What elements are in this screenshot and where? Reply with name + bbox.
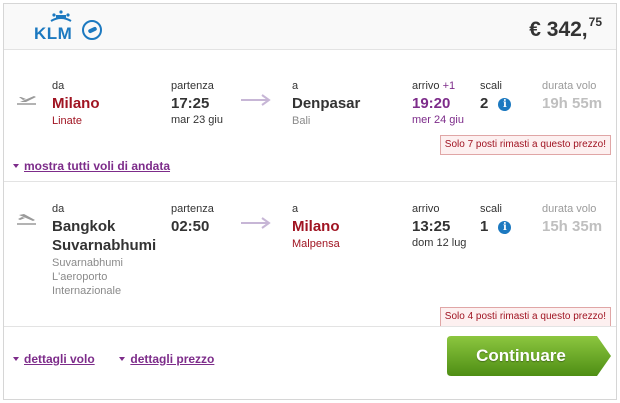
arrival-time: 19:20 [412, 95, 451, 112]
return-duration: durata volo 15h 35m [542, 203, 602, 236]
outbound-leg: da Milano Linate partenza 17:25 mar 23 g… [4, 68, 616, 160]
from-airport: Linate [52, 115, 82, 127]
departure-label: partenza [171, 203, 214, 215]
arrival-date: mer 24 giu [412, 114, 464, 126]
duration-value: 19h 55m [542, 95, 603, 112]
return-leg: da Bangkok Suvarnabhumi Suvarnabhumi L'a… [4, 189, 616, 327]
footer-links: dettagli volo dettagli prezzo [13, 352, 214, 366]
return-stops: scali 1i [480, 203, 512, 236]
seats-warning-badge: Solo 4 posti rimasti a questo prezzo! [439, 307, 611, 327]
plane-landing-icon [17, 214, 36, 225]
from-label: da [52, 80, 65, 92]
from-airport-line3: Internazionale [52, 285, 122, 297]
from-airport-line1: Suvarnabhumi [52, 257, 123, 269]
result-footer: dettagli volo dettagli prezzo Continuare [4, 326, 616, 399]
to-label: a [292, 80, 299, 92]
stops-count: 2 [480, 95, 489, 112]
chevron-down-icon [119, 357, 126, 361]
stops-label: scali [480, 80, 503, 92]
leg-divider [4, 181, 616, 182]
departure-time: 17:25 [171, 95, 210, 112]
to-airport: Malpensa [292, 238, 340, 250]
return-departure: partenza 02:50 [171, 203, 214, 236]
arrival-plus-days: +1 [442, 80, 456, 92]
arrival-label-text: arrivo [412, 80, 440, 92]
arrival-date: dom 12 lug [412, 237, 467, 249]
price-cents: 75 [588, 15, 602, 29]
price-main: € 342, [529, 18, 588, 41]
departure-time: 02:50 [171, 218, 210, 235]
arrival-label: arrivo +1 [412, 80, 464, 92]
plane-takeoff-icon [17, 96, 36, 105]
right-arrow-icon [241, 94, 271, 106]
stops-label: scali [480, 203, 503, 215]
continue-button-label: Continuare [476, 346, 566, 365]
to-label: a [292, 203, 299, 215]
outbound-stops: scali 2i [480, 80, 512, 113]
klm-crown-logo [50, 10, 72, 22]
outbound-origin: da Milano Linate [52, 80, 100, 128]
from-city-line2: Suvarnabhumi [52, 237, 157, 254]
skyteam-icon [82, 20, 102, 40]
seats-warning-badge: Solo 7 posti rimasti a questo prezzo! [439, 135, 611, 155]
result-header: KLM € 342,75 [4, 4, 616, 50]
arrival-label: arrivo [412, 203, 440, 215]
to-city: Milano [292, 218, 340, 235]
right-arrow-icon [241, 217, 271, 229]
outbound-destination: a Denpasar Bali [292, 80, 360, 128]
to-city: Denpasar [292, 95, 361, 112]
return-destination: a Milano Malpensa [292, 203, 340, 251]
outbound-duration: durata volo 19h 55m [542, 80, 602, 113]
stops-count: 1 [480, 218, 489, 235]
from-airport-line2: L'aeroporto [52, 271, 108, 283]
chevron-down-icon [13, 357, 19, 361]
arrival-time: 13:25 [412, 218, 451, 235]
total-price: € 342,75 [529, 15, 602, 42]
duration-value: 15h 35m [542, 218, 603, 235]
stops-count-row: 2i [480, 94, 512, 113]
from-label: da [52, 203, 65, 215]
from-city-line1: Bangkok [52, 218, 116, 235]
duration-label: durata volo [542, 80, 597, 92]
info-icon[interactable]: i [498, 221, 512, 234]
departure-date: mar 23 giu [171, 114, 223, 126]
show-all-outbound-row: mostra tutti voli di andata [13, 159, 170, 173]
price-details-link[interactable]: dettagli prezzo [130, 352, 214, 366]
outbound-arrival: arrivo +1 19:20 mer 24 giu [412, 80, 464, 126]
departure-label: partenza [171, 80, 214, 92]
airline-name: KLM [34, 24, 73, 43]
from-city: Milano [52, 95, 100, 112]
show-all-outbound-link[interactable]: mostra tutti voli di andata [24, 159, 170, 173]
outbound-departure: partenza 17:25 mar 23 giu [171, 80, 223, 126]
flight-details-link[interactable]: dettagli volo [24, 352, 95, 366]
info-icon[interactable]: i [498, 98, 512, 111]
return-arrival: arrivo 13:25 dom 12 lug [412, 203, 466, 249]
flight-result-card: KLM € 342,75 da Milano Linate partenza 1… [3, 3, 617, 400]
duration-label: durata volo [542, 203, 597, 215]
stops-count-row: 1i [480, 217, 512, 236]
continue-button[interactable]: Continuare [447, 336, 611, 376]
chevron-down-icon [13, 164, 19, 168]
return-origin: da Bangkok Suvarnabhumi Suvarnabhumi L'a… [52, 203, 156, 298]
to-airport: Bali [292, 115, 311, 127]
